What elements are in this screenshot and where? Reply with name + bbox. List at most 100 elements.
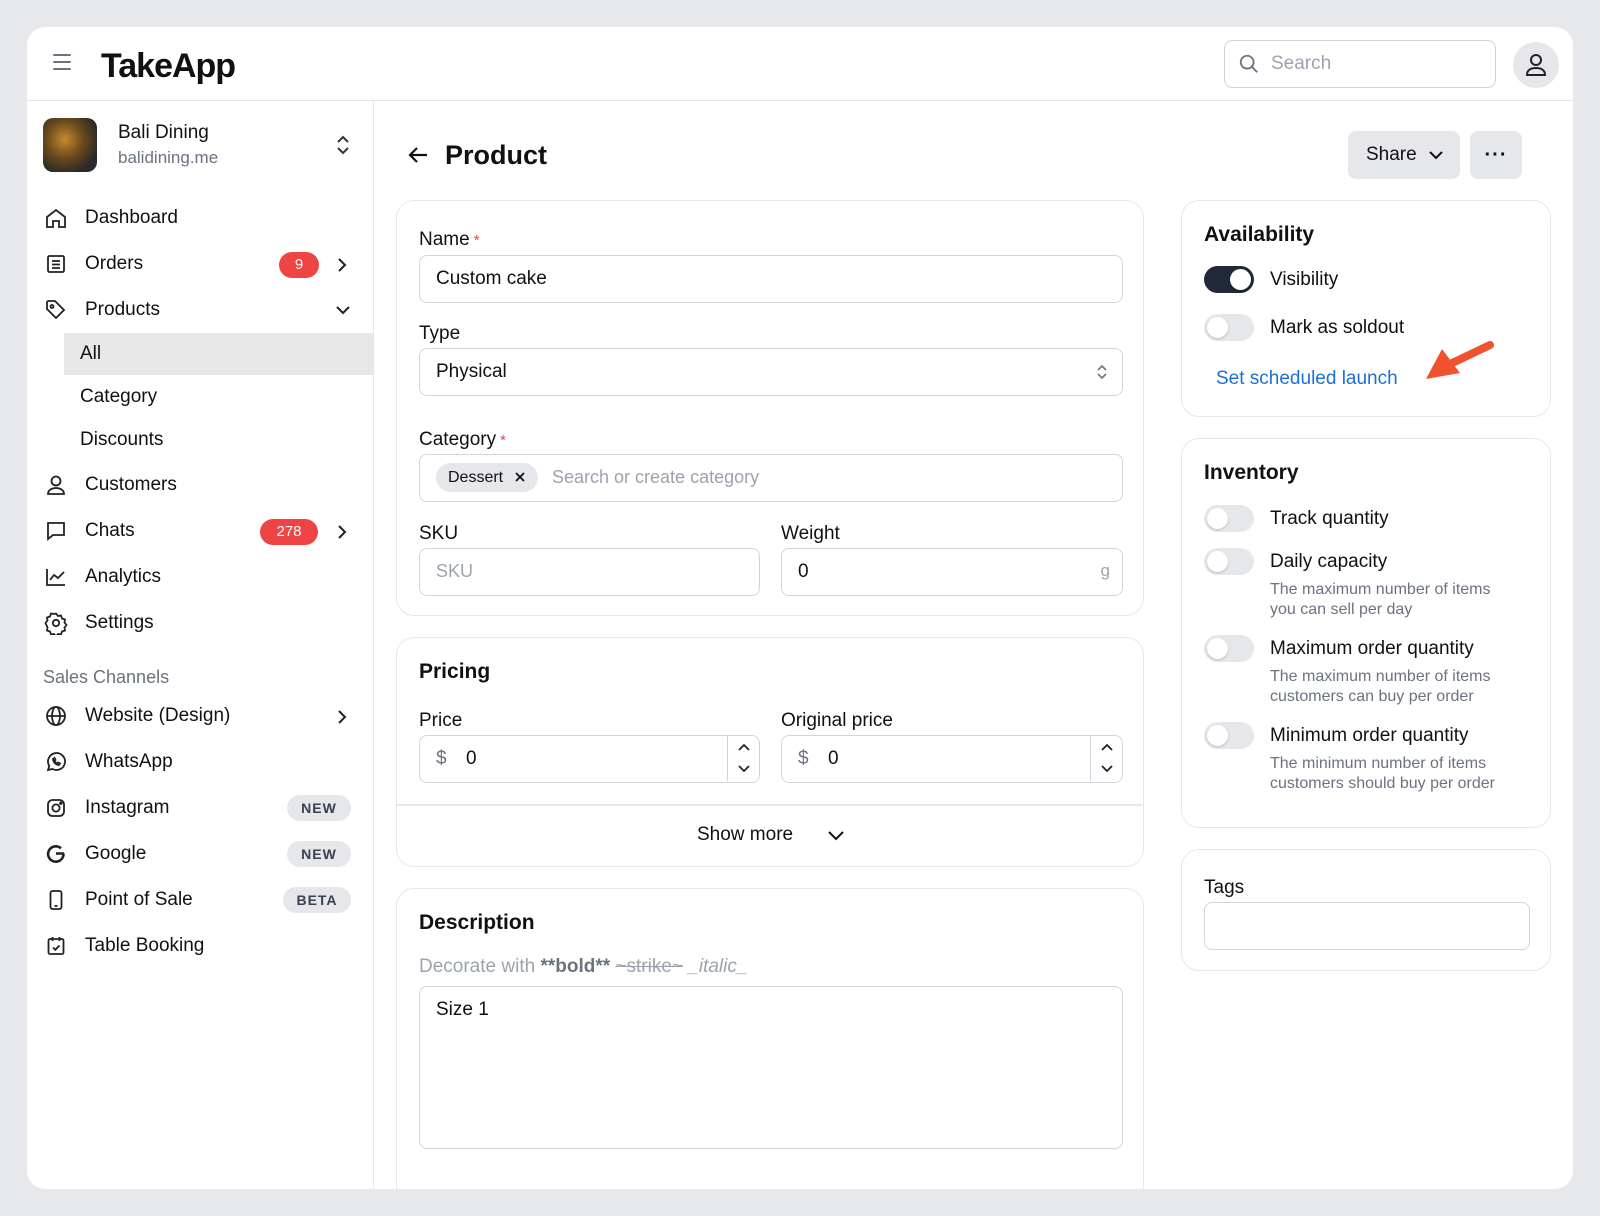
set-scheduled-launch-link[interactable]: Set scheduled launch bbox=[1216, 368, 1398, 390]
sidebar-item-chats[interactable]: Chats 278 bbox=[27, 510, 374, 552]
category-input[interactable]: Dessert Search or create category bbox=[419, 454, 1123, 502]
sidebar-item-customers[interactable]: Customers bbox=[27, 464, 374, 506]
chats-count-badge: 278 bbox=[260, 519, 318, 545]
type-select[interactable]: Physical bbox=[419, 348, 1123, 396]
max-order-quantity-toggle[interactable] bbox=[1204, 635, 1254, 662]
home-icon bbox=[46, 208, 66, 228]
sidebar-item-products[interactable]: Products bbox=[27, 289, 374, 331]
sales-channels-heading: Sales Channels bbox=[43, 667, 170, 687]
sidebar-channel-point-of-sale[interactable]: Point of Sale BETA bbox=[27, 879, 374, 921]
inventory-card: Inventory Track quantity Daily capacity … bbox=[1181, 438, 1551, 828]
category-chip[interactable]: Dessert bbox=[436, 463, 538, 492]
store-name: Bali Dining bbox=[118, 122, 209, 143]
min-order-quantity-help: The minimum number of items customers sh… bbox=[1270, 755, 1495, 792]
sku-input[interactable]: SKU bbox=[419, 548, 760, 596]
track-quantity-label: Track quantity bbox=[1270, 508, 1389, 529]
max-order-quantity-label: Maximum order quantity bbox=[1270, 638, 1474, 659]
new-badge: NEW bbox=[287, 841, 351, 867]
search-box[interactable] bbox=[1224, 40, 1496, 88]
description-title: Description bbox=[419, 911, 535, 934]
daily-capacity-label: Daily capacity bbox=[1270, 551, 1388, 572]
name-input[interactable]: Custom cake bbox=[419, 255, 1123, 303]
visibility-toggle[interactable] bbox=[1204, 266, 1254, 293]
top-bar: TakeApp bbox=[27, 27, 1573, 101]
inventory-title: Inventory bbox=[1204, 461, 1299, 484]
globe-icon bbox=[46, 706, 66, 726]
sidebar-item-dashboard[interactable]: Dashboard bbox=[27, 197, 374, 239]
sidebar-channel-website[interactable]: Website (Design) bbox=[27, 695, 374, 737]
category-label: Category * bbox=[419, 429, 506, 450]
description-card: Description Decorate with **bold** ~stri… bbox=[396, 888, 1144, 1189]
price-label: Price bbox=[419, 710, 463, 731]
sidebar-item-settings[interactable]: Settings bbox=[27, 602, 374, 644]
sidebar-channel-instagram[interactable]: Instagram NEW bbox=[27, 787, 374, 829]
name-label: Name * bbox=[419, 229, 480, 250]
price-input[interactable]: $ 0 bbox=[419, 735, 760, 783]
search-input[interactable] bbox=[1271, 41, 1481, 86]
sidebar-channel-whatsapp[interactable]: WhatsApp bbox=[27, 741, 374, 783]
more-options-button[interactable]: ··· bbox=[1470, 131, 1522, 179]
phone-icon bbox=[49, 890, 63, 910]
instagram-icon bbox=[47, 799, 65, 817]
daily-capacity-toggle[interactable] bbox=[1204, 548, 1254, 575]
description-textarea[interactable]: Size 1 bbox=[419, 986, 1123, 1149]
sidebar-item-orders[interactable]: Orders 9 bbox=[27, 243, 374, 285]
back-arrow-icon[interactable] bbox=[407, 145, 429, 165]
store-switcher[interactable]: Bali Dining balidining.me bbox=[43, 118, 359, 172]
product-details-card: Name * Custom cake Type Physical Category… bbox=[396, 200, 1144, 616]
chart-icon bbox=[46, 569, 65, 586]
tags-input[interactable] bbox=[1204, 902, 1530, 950]
app-window: TakeApp Bali Dining balidining.me Dashbo… bbox=[27, 27, 1573, 1189]
category-placeholder: Search or create category bbox=[552, 467, 760, 487]
close-icon[interactable] bbox=[514, 471, 526, 483]
chevron-down-icon bbox=[828, 831, 844, 841]
price-stepper[interactable] bbox=[727, 736, 759, 781]
chevron-down-icon[interactable] bbox=[737, 764, 751, 774]
availability-title: Availability bbox=[1204, 223, 1315, 246]
sidebar-channel-table-booking[interactable]: Table Booking bbox=[27, 925, 374, 967]
sidebar-item-products-all[interactable]: All bbox=[27, 333, 374, 375]
min-order-quantity-toggle[interactable] bbox=[1204, 722, 1254, 749]
original-price-label: Original price bbox=[781, 710, 893, 731]
page-title: Product bbox=[445, 140, 548, 170]
share-button[interactable]: Share bbox=[1348, 131, 1460, 179]
annotation-arrow-icon bbox=[1426, 341, 1494, 379]
user-icon bbox=[1525, 54, 1547, 76]
sidebar-item-products-discounts[interactable]: Discounts bbox=[27, 419, 374, 461]
user-avatar[interactable] bbox=[1513, 42, 1559, 88]
search-icon bbox=[1239, 54, 1258, 73]
chevron-up-down-icon bbox=[337, 135, 349, 155]
track-quantity-toggle[interactable] bbox=[1204, 505, 1254, 532]
chevron-up-icon[interactable] bbox=[1100, 742, 1114, 752]
app-logo[interactable]: TakeApp bbox=[101, 47, 236, 86]
show-more-button[interactable]: Show more bbox=[397, 806, 1142, 866]
beta-badge: BETA bbox=[283, 887, 351, 913]
chevron-right-icon bbox=[338, 710, 347, 724]
gear-icon bbox=[44, 612, 68, 635]
chevron-up-icon[interactable] bbox=[737, 742, 751, 752]
user-icon bbox=[47, 475, 65, 495]
original-price-stepper[interactable] bbox=[1090, 736, 1122, 781]
list-icon bbox=[47, 255, 65, 273]
whatsapp-icon bbox=[46, 752, 66, 772]
calendar-icon bbox=[47, 937, 65, 955]
sidebar-item-products-category[interactable]: Category bbox=[27, 376, 374, 418]
weight-label: Weight bbox=[781, 523, 840, 544]
page-header: Product Share ··· bbox=[395, 131, 1555, 181]
chat-icon bbox=[47, 522, 65, 541]
min-order-quantity-label: Minimum order quantity bbox=[1270, 725, 1469, 746]
daily-capacity-help: The maximum number of items you can sell… bbox=[1270, 581, 1491, 618]
original-price-input[interactable]: $ 0 bbox=[781, 735, 1123, 783]
pricing-card: Pricing Price $ 0 Original price $ 0 Sho… bbox=[396, 637, 1144, 867]
soldout-toggle[interactable] bbox=[1204, 314, 1254, 341]
visibility-label: Visibility bbox=[1270, 269, 1339, 290]
store-url: balidining.me bbox=[118, 148, 219, 167]
chevron-down-icon[interactable] bbox=[1100, 764, 1114, 774]
tags-label: Tags bbox=[1204, 877, 1245, 898]
sidebar-channel-google[interactable]: Google NEW bbox=[27, 833, 374, 875]
menu-icon[interactable] bbox=[53, 54, 71, 70]
weight-input[interactable]: 0 g bbox=[781, 548, 1123, 596]
max-order-quantity-help: The maximum number of items customers ca… bbox=[1270, 668, 1491, 705]
sidebar-item-analytics[interactable]: Analytics bbox=[27, 556, 374, 598]
availability-card: Availability Visibility Mark as soldout … bbox=[1181, 200, 1551, 417]
